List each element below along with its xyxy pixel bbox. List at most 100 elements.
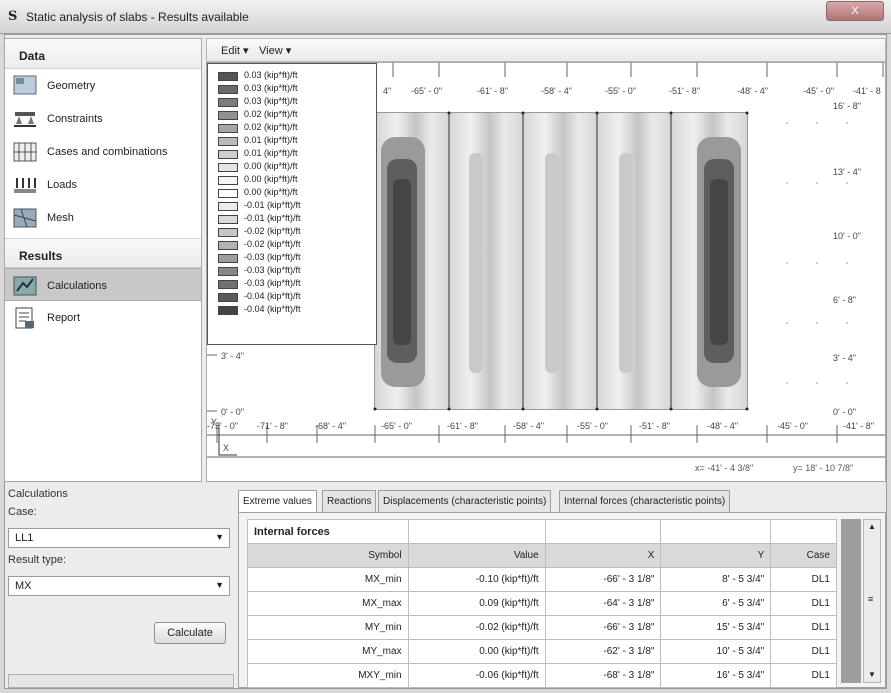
tab-reactions[interactable]: Reactions [322, 490, 377, 512]
slab-contour [373, 111, 749, 411]
case-label: Case: [8, 506, 37, 518]
table-cell: -0.10 (kip*ft)/ft [407, 567, 546, 592]
legend-swatch [218, 124, 238, 133]
data-section-header: Data [5, 39, 201, 69]
legend-label: 0.03 (kip*ft)/ft [244, 96, 298, 106]
y-tick-label: 6' - 8" [833, 295, 856, 305]
scroll-down-icon[interactable]: ▼ [868, 670, 876, 679]
table-cell: 16' - 5 3/4" [660, 663, 772, 688]
cursor-x-readout: x= -41' - 4 3/8" [695, 463, 754, 473]
sidebar-item-cases[interactable]: Cases and combinations [5, 135, 201, 168]
legend-swatch [218, 215, 238, 224]
legend-label: 0.02 (kip*ft)/ft [244, 109, 298, 119]
legend-swatch [218, 163, 238, 172]
sidebar-item-mesh[interactable]: Mesh [5, 201, 201, 234]
legend-label: -0.01 (kip*ft)/ft [244, 213, 301, 223]
result-type-select[interactable]: MX ▼ [8, 576, 230, 596]
sidebar-item-label: Constraints [47, 113, 103, 125]
column-header[interactable]: Case [770, 543, 837, 568]
y-tick-label: 16' - 8" [833, 101, 861, 111]
y-tick-label: 3' - 4" [833, 353, 856, 363]
internal-forces-table: Internal forces Symbol Value X Y Case MX… [247, 519, 837, 688]
legend-swatch [218, 202, 238, 211]
close-button[interactable]: X [826, 1, 884, 21]
top-tick-label: 4" [383, 86, 391, 96]
table-cell: DL1 [770, 639, 837, 664]
sidebar-item-report[interactable]: Report [5, 301, 201, 334]
legend-swatch [218, 228, 238, 237]
table-cell [770, 519, 837, 544]
sidebar-item-loads[interactable]: Loads [5, 168, 201, 201]
legend-swatch [218, 150, 238, 159]
table-cell: -68' - 3 1/8" [544, 663, 662, 688]
case-select[interactable]: LL1 ▼ [8, 528, 230, 548]
table-caption-row: Internal forces [247, 519, 837, 544]
legend-label: 0.00 (kip*ft)/ft [244, 174, 298, 184]
table-cell: DL1 [770, 567, 837, 592]
calculations-icon [13, 276, 37, 296]
y-tick-label: 3' - 4" [221, 351, 244, 361]
column-header[interactable]: Value [407, 543, 546, 568]
chevron-down-icon: ▼ [215, 580, 224, 590]
sidebar-item-constraints[interactable]: Constraints [5, 102, 201, 135]
legend-label: 0.00 (kip*ft)/ft [244, 161, 298, 171]
window-title: Static analysis of slabs - Results avail… [26, 10, 249, 24]
table-row[interactable]: MX_max 0.09 (kip*ft)/ft -64' - 3 1/8" 6'… [247, 591, 837, 616]
legend-swatch [218, 98, 238, 107]
legend-label: -0.02 (kip*ft)/ft [244, 239, 301, 249]
status-bar [8, 674, 234, 688]
tab-extreme-values[interactable]: Extreme values [238, 490, 317, 513]
results-canvas[interactable]: -75' - 0" -71' - 8" -68' - 4" -65' - 0" … [206, 62, 886, 482]
sidebar-item-label: Report [47, 312, 81, 324]
table-cell: 10' - 5 3/4" [660, 639, 772, 664]
y-tick-label: 0' - 0" [221, 407, 244, 417]
table-row[interactable]: MY_min -0.02 (kip*ft)/ft -66' - 3 1/8" 1… [247, 615, 837, 640]
table-cell: 8' - 5 3/4" [660, 567, 772, 592]
legend-label: 0.01 (kip*ft)/ft [244, 148, 298, 158]
cases-icon [13, 142, 37, 162]
x-tick-label: -41' - 8" [843, 421, 874, 431]
column-header[interactable]: Y [660, 543, 772, 568]
view-menu[interactable]: View ▾ [259, 44, 291, 57]
tab-displacements[interactable]: Displacements (characteristic points) [378, 490, 552, 512]
edit-menu[interactable]: Edit ▾ [221, 44, 249, 57]
legend-swatch [218, 189, 238, 198]
sidebar-item-geometry[interactable]: Geometry [5, 69, 201, 102]
scroll-up-icon[interactable]: ▲ [868, 522, 876, 531]
table-cell: MY_max [247, 639, 409, 664]
table-cell: -66' - 3 1/8" [544, 567, 662, 592]
x-tick-label: -71' - 8" [257, 421, 288, 431]
table-cell: -62' - 3 1/8" [544, 639, 662, 664]
mesh-icon [13, 208, 37, 228]
top-tick-label: -58' - 4" [541, 86, 572, 96]
scroll-grip-icon[interactable]: ≡ [868, 594, 873, 604]
table-cell: 0.09 (kip*ft)/ft [407, 591, 546, 616]
column-header[interactable]: X [544, 543, 662, 568]
x-tick-label: -51' - 8" [639, 421, 670, 431]
table-row[interactable]: MX_min -0.10 (kip*ft)/ft -66' - 3 1/8" 8… [247, 567, 837, 592]
legend-label: -0.04 (kip*ft)/ft [244, 291, 301, 301]
legend-label: -0.01 (kip*ft)/ft [244, 200, 301, 210]
table-row[interactable]: MY_max 0.00 (kip*ft)/ft -62' - 3 1/8" 10… [247, 639, 837, 664]
legend-swatch [218, 85, 238, 94]
table-cell: MXY_min [247, 663, 409, 688]
legend-label: 0.03 (kip*ft)/ft [244, 70, 298, 80]
results-table-panel: Internal forces Symbol Value X Y Case MX… [238, 512, 886, 688]
title-bar: S Static analysis of slabs - Results ava… [0, 0, 891, 34]
legend-label: -0.02 (kip*ft)/ft [244, 226, 301, 236]
tab-internal-forces[interactable]: Internal forces (characteristic points) [559, 490, 731, 512]
table-row[interactable]: MXY_min -0.06 (kip*ft)/ft -68' - 3 1/8" … [247, 663, 837, 688]
canvas-toolbar: Edit ▾ View ▾ [206, 38, 886, 62]
sidebar-item-label: Mesh [47, 212, 74, 224]
legend-label: 0.01 (kip*ft)/ft [244, 135, 298, 145]
table-scrollbar[interactable]: ▲ ≡ ▼ [863, 519, 881, 683]
sidebar-item-label: Calculations [47, 280, 107, 292]
legend-label: 0.02 (kip*ft)/ft [244, 122, 298, 132]
sidebar-item-label: Loads [47, 179, 77, 191]
column-header[interactable]: Symbol [247, 543, 409, 568]
report-icon [15, 307, 34, 329]
calculations-title: Calculations [8, 488, 68, 500]
top-tick-label: -51' - 8" [669, 86, 700, 96]
sidebar-item-calculations[interactable]: Calculations [5, 268, 201, 301]
calculate-button[interactable]: Calculate [154, 622, 226, 644]
